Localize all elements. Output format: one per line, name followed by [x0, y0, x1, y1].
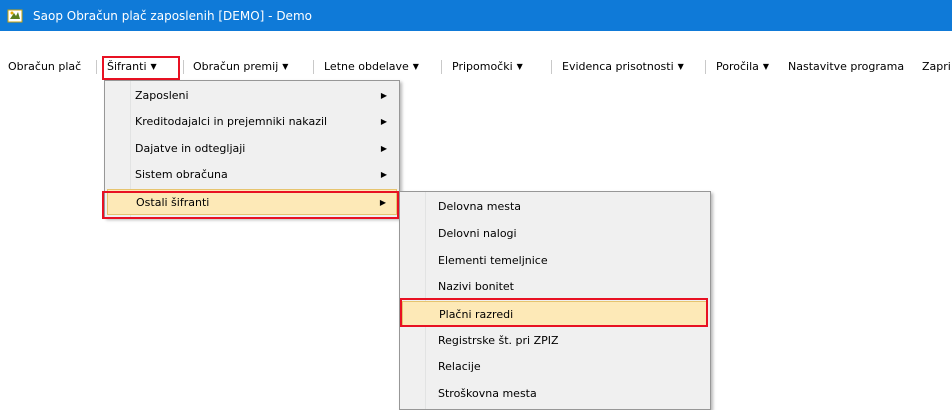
- menu-obracun-premij-label: Obračun premij: [193, 60, 279, 73]
- title-bar: Saop Obračun plač zaposlenih [DEMO] - De…: [0, 0, 952, 31]
- menu-separator: [441, 60, 442, 74]
- menu-item-registrske-st[interactable]: Registrske št. pri ZPIZ: [402, 328, 708, 354]
- menu-separator: [96, 60, 97, 74]
- menu-item-elementi-temeljnice[interactable]: Elementi temeljnice: [402, 248, 708, 274]
- menu-item-label: Stroškovna mesta: [438, 387, 537, 400]
- highlight-placni-razredi: [400, 298, 708, 327]
- menu-obracun-plac[interactable]: Obračun plač: [8, 57, 81, 78]
- menu-item-sistem-obracuna[interactable]: Sistem obračuna ▶: [107, 162, 397, 188]
- highlight-sifranti: [102, 56, 180, 80]
- menu-pripomocki[interactable]: Pripomočki ▼: [452, 57, 523, 78]
- menu-item-label: Nazivi bonitet: [438, 280, 514, 293]
- menu-zapri[interactable]: Zapri: [922, 57, 952, 78]
- submenu-arrow-icon: ▶: [380, 91, 387, 100]
- menu-item-label: Kreditodajalci in prejemniki nakazil: [135, 115, 328, 128]
- menu-item-label: Relacije: [438, 360, 481, 373]
- menu-item-label: Elementi temeljnice: [438, 254, 548, 267]
- menu-evidenca-prisotnosti-label: Evidenca prisotnosti: [562, 60, 674, 73]
- menu-nastavitve-programa[interactable]: Nastavitve programa: [788, 57, 904, 78]
- submenu-arrow-icon: ▶: [380, 117, 387, 126]
- menu-separator: [313, 60, 314, 74]
- menu-porocila-label: Poročila: [716, 60, 759, 73]
- menu-zapri-label: Zapri: [922, 60, 951, 73]
- menu-obracun-plac-label: Obračun plač: [8, 60, 82, 73]
- menu-item-stroskovna-mesta[interactable]: Stroškovna mesta: [402, 381, 708, 407]
- menu-nastavitve-programa-label: Nastavitve programa: [788, 60, 905, 73]
- menu-item-delovna-mesta[interactable]: Delovna mesta: [402, 194, 708, 220]
- menu-item-nazivi-bonitet[interactable]: Nazivi bonitet: [402, 274, 708, 300]
- menu-pripomocki-label: Pripomočki: [452, 60, 513, 73]
- menu-item-label: Sistem obračuna: [135, 168, 228, 181]
- chevron-down-icon: ▼: [516, 62, 523, 71]
- menu-separator: [183, 60, 184, 74]
- submenu-arrow-icon: ▶: [380, 170, 387, 179]
- chevron-down-icon: ▼: [412, 62, 419, 71]
- menu-item-label: Dajatve in odtegljaji: [135, 142, 246, 155]
- menu-item-label: Delovna mesta: [438, 200, 522, 213]
- menu-item-label: Registrske št. pri ZPIZ: [438, 334, 559, 347]
- menu-item-relacije[interactable]: Relacije: [402, 354, 708, 380]
- menu-item-label: Zaposleni: [135, 89, 189, 102]
- menu-separator: [705, 60, 706, 74]
- menu-porocila[interactable]: Poročila ▼: [716, 57, 769, 78]
- app-logo-icon: [7, 9, 23, 23]
- menu-separator: [551, 60, 552, 74]
- chevron-down-icon: ▼: [282, 62, 289, 71]
- submenu-arrow-icon: ▶: [380, 144, 387, 153]
- menu-evidenca-prisotnosti[interactable]: Evidenca prisotnosti ▼: [562, 57, 684, 78]
- highlight-ostali-sifranti: [102, 191, 399, 219]
- menu-item-zaposleni[interactable]: Zaposleni ▶: [107, 83, 397, 109]
- window-title: Saop Obračun plač zaposlenih [DEMO] - De…: [33, 9, 312, 23]
- menu-item-dajatve[interactable]: Dajatve in odtegljaji ▶: [107, 136, 397, 162]
- menu-obracun-premij[interactable]: Obračun premij ▼: [193, 57, 288, 78]
- menu-item-label: Delovni nalogi: [438, 227, 517, 240]
- menu-letne-obdelave-label: Letne obdelave: [324, 60, 409, 73]
- menu-item-kreditodajalci[interactable]: Kreditodajalci in prejemniki nakazil ▶: [107, 109, 397, 135]
- menu-item-delovni-nalogi[interactable]: Delovni nalogi: [402, 221, 708, 247]
- chevron-down-icon: ▼: [677, 62, 684, 71]
- chevron-down-icon: ▼: [762, 62, 770, 71]
- menu-letne-obdelave[interactable]: Letne obdelave ▼: [324, 57, 419, 78]
